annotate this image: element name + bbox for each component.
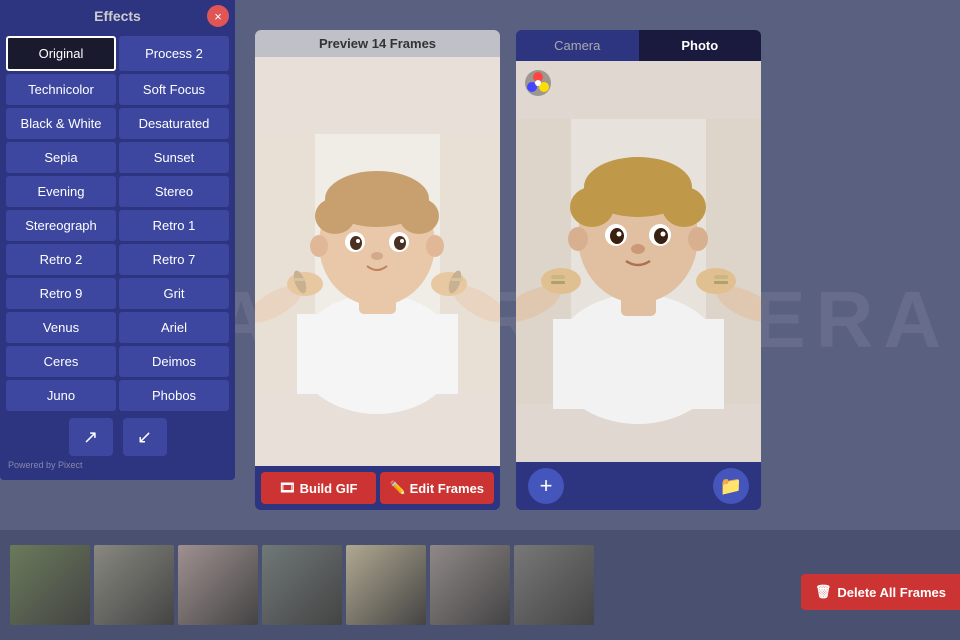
effect-btn-process2[interactable]: Process 2	[119, 36, 229, 71]
effect-btn-venus[interactable]: Venus	[6, 312, 116, 343]
effect-btn-sunset[interactable]: Sunset	[119, 142, 229, 173]
photo-image	[516, 61, 761, 462]
effect-btn-phobos[interactable]: Phobos	[119, 380, 229, 411]
film-frame-7[interactable]	[514, 545, 594, 625]
photo-panel: Camera Photo	[516, 30, 761, 510]
edit-frames-button[interactable]: ✏️ Edit Frames	[380, 472, 495, 504]
effect-btn-bw[interactable]: Black & White	[6, 108, 116, 139]
edit-frames-label: Edit Frames	[410, 481, 484, 496]
delete-all-label: Delete All Frames	[837, 585, 946, 600]
film-icon: 🎞	[279, 480, 296, 496]
delete-all-frames-button[interactable]: 🗑 Delete All Frames	[801, 574, 960, 610]
effect-btn-sepia[interactable]: Sepia	[6, 142, 116, 173]
effect-btn-soft_focus[interactable]: Soft Focus	[119, 74, 229, 105]
preview-footer: 🎞 Build GIF ✏️ Edit Frames	[255, 466, 500, 510]
photo-logo	[524, 69, 552, 97]
preview-panel: Preview 14 Frames	[255, 30, 500, 510]
effect-btn-retro9[interactable]: Retro 9	[6, 278, 116, 309]
effect-btn-retro1[interactable]: Retro 1	[119, 210, 229, 241]
film-frame-4[interactable]	[262, 545, 342, 625]
share-button[interactable]: ↗	[69, 418, 113, 456]
close-button[interactable]: ×	[207, 5, 229, 27]
effect-btn-desaturated[interactable]: Desaturated	[119, 108, 229, 139]
film-frame-2[interactable]	[94, 545, 174, 625]
tab-photo[interactable]: Photo	[639, 30, 762, 61]
film-frame-5[interactable]	[346, 545, 426, 625]
effects-footer: ↗ ↙	[0, 412, 235, 458]
effects-header: Effects ×	[0, 0, 235, 32]
share-icon: ↗	[83, 427, 98, 448]
photo-baby-svg	[516, 61, 761, 462]
effects-grid: OriginalProcess 2TechnicolorSoft FocusBl…	[0, 32, 235, 412]
folder-icon: 📁	[720, 476, 742, 497]
film-frame-3[interactable]	[178, 545, 258, 625]
effect-btn-retro7[interactable]: Retro 7	[119, 244, 229, 275]
effect-btn-deimos[interactable]: Deimos	[119, 346, 229, 377]
photo-footer: + 📁	[516, 462, 761, 510]
build-gif-label: Build GIF	[300, 481, 358, 496]
preview-baby-svg	[255, 57, 500, 466]
film-frame-6[interactable]	[430, 545, 510, 625]
powered-by: Powered by Pixect	[0, 458, 235, 472]
plus-icon: +	[540, 473, 553, 499]
effect-btn-grit[interactable]: Grit	[119, 278, 229, 309]
preview-header: Preview 14 Frames	[255, 30, 500, 57]
open-folder-button[interactable]: 📁	[713, 468, 749, 504]
film-frame-1[interactable]	[10, 545, 90, 625]
effect-btn-stereo[interactable]: Stereo	[119, 176, 229, 207]
main-area: Preview 14 Frames	[245, 20, 960, 520]
tab-camera[interactable]: Camera	[516, 30, 639, 61]
build-gif-button[interactable]: 🎞 Build GIF	[261, 472, 376, 504]
effect-btn-retro2[interactable]: Retro 2	[6, 244, 116, 275]
edit-icon: ✏️	[389, 480, 405, 496]
download-button[interactable]: ↙	[123, 418, 167, 456]
effect-btn-evening[interactable]: Evening	[6, 176, 116, 207]
add-photo-button[interactable]: +	[528, 468, 564, 504]
effect-btn-ceres[interactable]: Ceres	[6, 346, 116, 377]
effects-title: Effects	[94, 8, 141, 24]
trash-icon: 🗑	[815, 584, 832, 600]
preview-image	[255, 57, 500, 466]
download-icon: ↙	[137, 427, 152, 448]
effect-btn-technicolor[interactable]: Technicolor	[6, 74, 116, 105]
effect-btn-stereograph[interactable]: Stereograph	[6, 210, 116, 241]
effect-btn-ariel[interactable]: Ariel	[119, 312, 229, 343]
effect-btn-juno[interactable]: Juno	[6, 380, 116, 411]
effect-btn-original[interactable]: Original	[6, 36, 116, 71]
effects-panel: Effects × OriginalProcess 2TechnicolorSo…	[0, 0, 235, 480]
photo-tabs: Camera Photo	[516, 30, 761, 61]
